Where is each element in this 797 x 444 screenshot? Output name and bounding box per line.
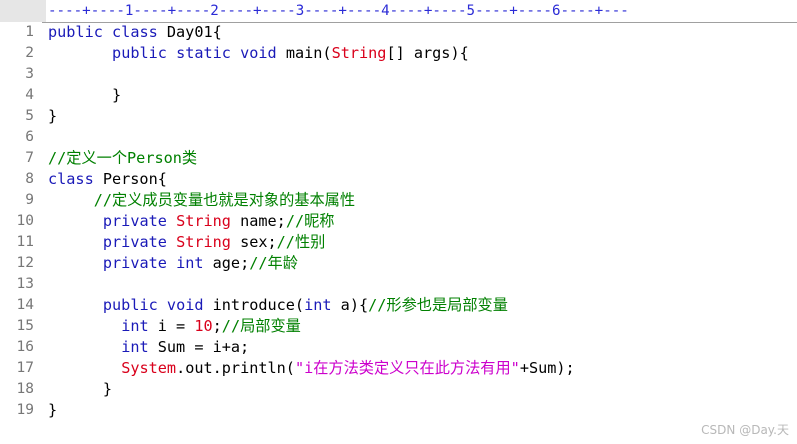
line-number: 16: [16, 339, 34, 355]
code-line[interactable]: private int age;//年龄: [48, 253, 298, 274]
code-line[interactable]: public static void main(String[] args){: [48, 43, 469, 64]
code-token: }: [48, 107, 58, 125]
code-token: int: [176, 254, 204, 272]
code-token: void: [166, 296, 204, 314]
code-token: class: [48, 170, 94, 188]
code-token: //性别: [276, 233, 326, 251]
code-token: private: [102, 233, 167, 251]
line-number: 6: [25, 129, 34, 145]
code-line[interactable]: }: [48, 379, 112, 400]
line-number: 7: [25, 150, 34, 166]
code-token: private: [102, 212, 167, 230]
code-line[interactable]: private String name;//昵称: [48, 211, 335, 232]
code-token: Person{: [93, 170, 167, 188]
line-number: 8: [25, 171, 34, 187]
line-number: 1: [25, 24, 34, 40]
line-number: 14: [16, 297, 34, 313]
code-token: String: [176, 233, 231, 251]
code-token: String: [331, 44, 387, 62]
code-line[interactable]: }: [48, 106, 57, 127]
code-token: //定义一个Person类: [48, 149, 198, 167]
line-number: 12: [16, 255, 34, 271]
code-token: a){: [331, 296, 369, 314]
code-token: +Sum);: [519, 359, 575, 377]
code-token: int: [304, 296, 332, 314]
code-token: //昵称: [285, 212, 335, 230]
code-token: class: [112, 23, 158, 41]
line-number-gutter: 1 2 3 4 5 6 7 8 9 10 11 12 13 14 15 16 17 18 19: [0, 22, 42, 444]
code-token: public: [112, 44, 167, 62]
code-line[interactable]: public class Day01{: [48, 22, 222, 43]
line-number: 9: [25, 192, 34, 208]
code-token: }: [102, 380, 113, 398]
code-token: age;: [203, 254, 250, 272]
code-token: name;: [230, 212, 286, 230]
code-token: int: [121, 338, 149, 356]
code-editor[interactable]: 1 2 3 4 5 6 7 8 9 10 11 12 13 14 15 16 17 18 19 public cla…: [0, 22, 797, 444]
code-line[interactable]: }: [48, 85, 121, 106]
code-token: }: [112, 86, 122, 104]
line-number: 4: [25, 87, 34, 103]
code-token: System: [121, 359, 177, 377]
column-ruler: ----+----1----+----2----+----3----+----4…: [0, 0, 797, 23]
line-number: 2: [25, 45, 34, 61]
code-token: Sum = i+a;: [148, 338, 250, 356]
code-token: private: [102, 254, 167, 272]
code-token: introduce(: [203, 296, 305, 314]
code-token: //局部变量: [221, 317, 301, 335]
code-token: public: [48, 23, 103, 41]
code-token: 10: [194, 317, 213, 335]
line-number: 19: [16, 402, 34, 418]
code-token: main(: [276, 44, 332, 62]
line-number: 5: [25, 108, 34, 124]
line-number: 18: [16, 381, 34, 397]
ruler-gutter: [0, 0, 46, 22]
watermark: CSDN @Day.天: [701, 423, 789, 437]
code-token: //年龄: [249, 254, 298, 272]
code-token: String: [176, 212, 231, 230]
code-line[interactable]: System.out.println("i在方法类定义只在此方法有用"+Sum)…: [48, 358, 575, 379]
line-number: 17: [16, 360, 34, 376]
code-token: ;: [212, 317, 222, 335]
code-token: //形参也是局部变量: [368, 296, 508, 314]
code-line[interactable]: }: [48, 400, 57, 421]
code-token: Day01{: [157, 23, 222, 41]
code-line[interactable]: //定义成员变量也就是对象的基本属性: [48, 190, 355, 211]
code-line[interactable]: //定义一个Person类: [48, 148, 197, 169]
code-token: [] args){: [386, 44, 469, 62]
code-line[interactable]: public void introduce(int a){//形参也是局部变量: [48, 295, 508, 316]
code-token: "i在方法类定义只在此方法有用": [294, 359, 520, 377]
code-line[interactable]: class Person{: [48, 169, 167, 190]
code-token: //定义成员变量也就是对象的基本属性: [93, 191, 356, 209]
code-token: i =: [148, 317, 195, 335]
code-line[interactable]: private String sex;//性别: [48, 232, 325, 253]
line-number: 3: [25, 66, 34, 82]
code-token: int: [121, 317, 149, 335]
line-number: 11: [16, 234, 34, 250]
line-number: 15: [16, 318, 34, 334]
code-line[interactable]: int i = 10;//局部变量: [48, 316, 301, 337]
code-token: }: [48, 401, 58, 419]
code-line[interactable]: int Sum = i+a;: [48, 337, 249, 358]
line-number: 10: [16, 213, 34, 229]
code-area[interactable]: public class Day01{public static void ma…: [48, 22, 797, 444]
code-token: sex;: [230, 233, 277, 251]
code-token: public: [102, 296, 158, 314]
code-token: .out.println(: [176, 359, 295, 377]
code-token: static: [176, 44, 231, 62]
ruler-scale: ----+----1----+----2----+----3----+----4…: [48, 3, 629, 19]
line-number: 13: [16, 276, 34, 292]
code-token: void: [240, 44, 277, 62]
